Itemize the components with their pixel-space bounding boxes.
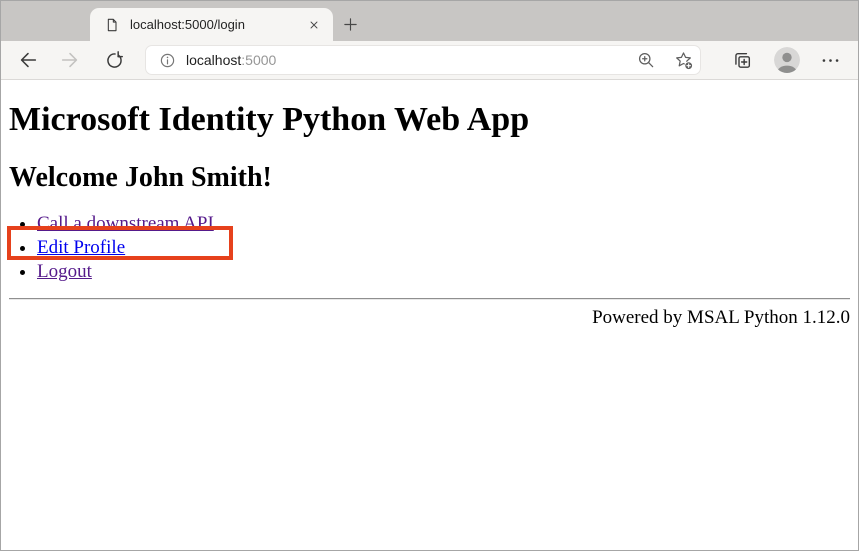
list-item: Logout	[37, 260, 850, 284]
browser-toolbar: localhost:5000	[1, 41, 858, 80]
tab-strip: localhost:5000/login	[1, 1, 858, 41]
refresh-button[interactable]	[100, 46, 128, 74]
list-item: Edit Profile	[37, 236, 850, 260]
site-info-icon[interactable]	[157, 50, 177, 70]
edit-profile-link[interactable]: Edit Profile	[37, 237, 125, 258]
logout-link[interactable]: Logout	[37, 261, 92, 282]
page-title: Microsoft Identity Python Web App	[9, 100, 850, 139]
browser-tab[interactable]: localhost:5000/login	[90, 8, 333, 41]
profile-avatar[interactable]	[774, 47, 800, 73]
page-content: Microsoft Identity Python Web App Welcom…	[1, 100, 858, 551]
powered-by-text: Powered by MSAL Python 1.12.0	[9, 307, 850, 329]
call-downstream-api-link[interactable]: Call a downstream API	[37, 213, 214, 234]
back-button[interactable]	[14, 46, 42, 74]
zoom-page-icon[interactable]	[634, 48, 658, 72]
url-host: localhost	[186, 52, 241, 68]
link-list: Call a downstream API Edit Profile Logou…	[9, 212, 850, 284]
list-item: Call a downstream API	[37, 212, 850, 236]
divider	[9, 298, 850, 300]
more-menu-icon[interactable]	[816, 46, 844, 74]
forward-button[interactable]	[56, 46, 84, 74]
new-tab-button[interactable]	[338, 12, 362, 36]
url-text: localhost:5000	[186, 52, 276, 68]
tab-title: localhost:5000/login	[130, 17, 305, 32]
address-bar[interactable]: localhost:5000	[145, 45, 701, 75]
page-document-icon	[104, 17, 120, 33]
add-favorite-star-icon[interactable]	[671, 48, 695, 72]
tab-close-icon[interactable]	[305, 16, 323, 34]
collections-icon[interactable]	[728, 46, 756, 74]
browser-window: localhost:5000/login	[0, 0, 859, 551]
url-port: :5000	[241, 52, 276, 68]
welcome-heading: Welcome John Smith!	[9, 162, 850, 194]
